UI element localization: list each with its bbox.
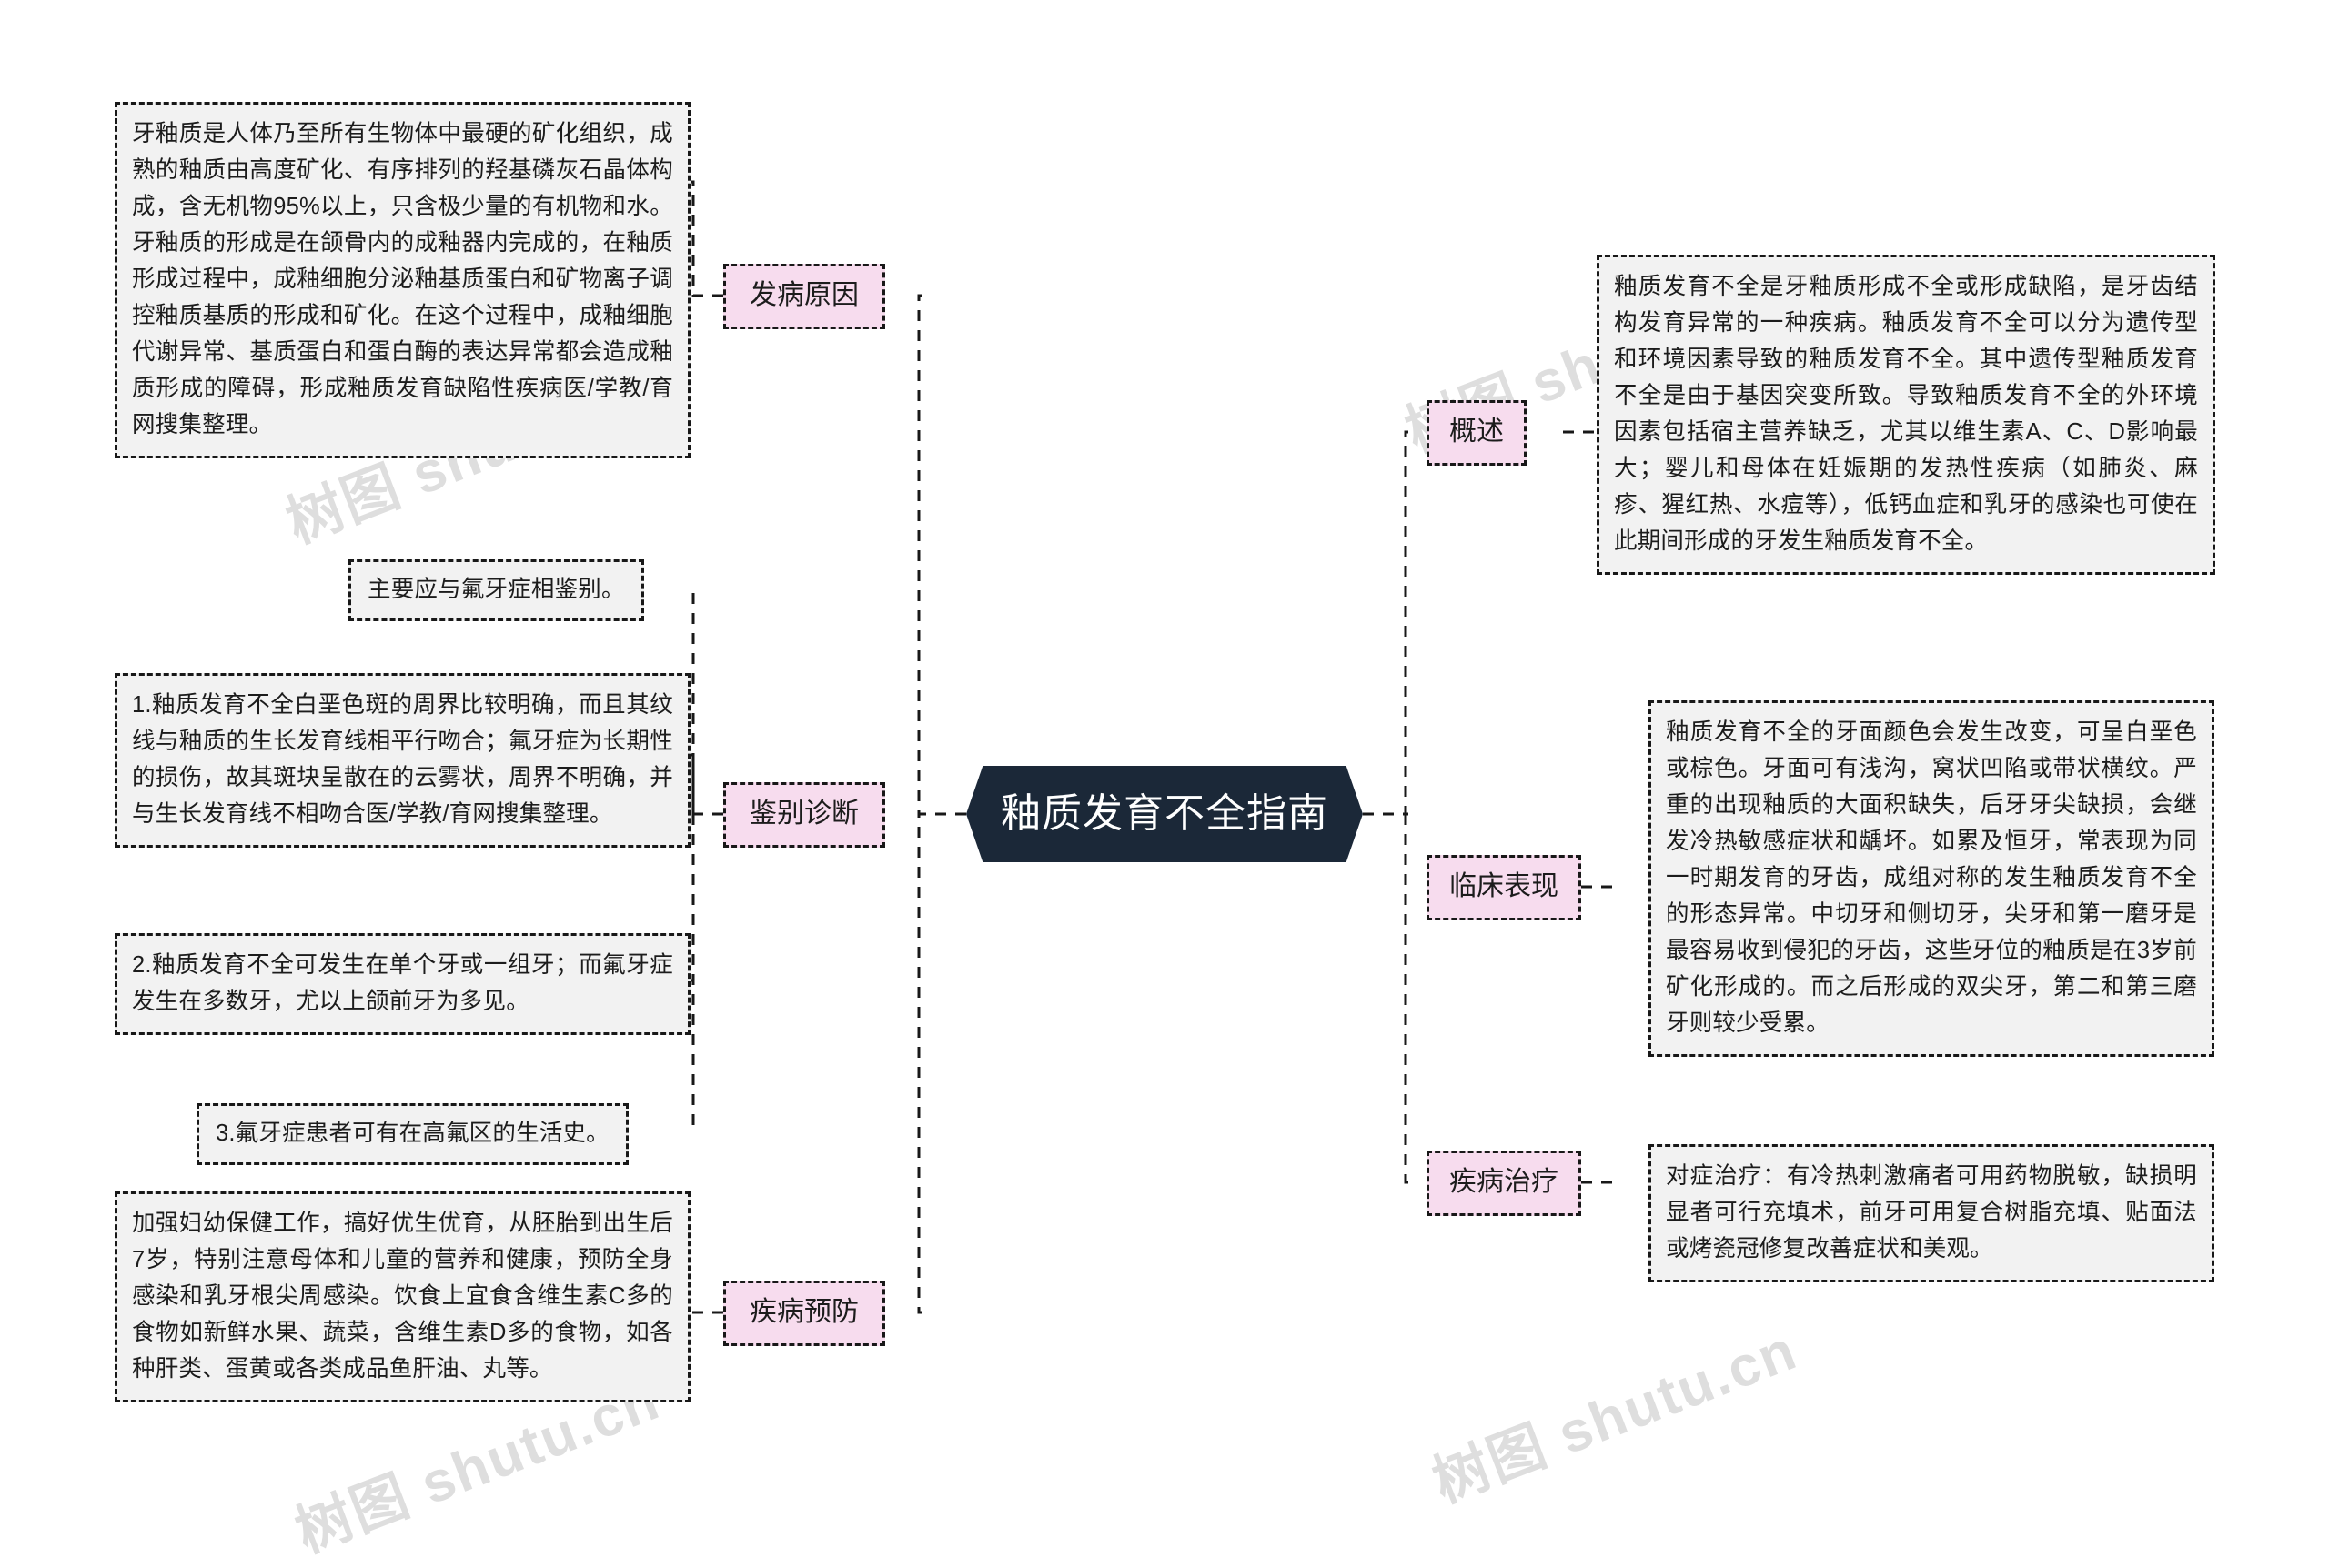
wire-jianbiezhenduan-leaf4: [691, 814, 695, 1130]
leaf-gaishu-1[interactable]: 釉质发育不全是牙釉质形成不全或形成缺陷，是牙齿结构发育异常的一种疾病。釉质发育不…: [1597, 255, 2215, 575]
branch-label-jibingyufang[interactable]: 疾病预防: [723, 1281, 885, 1346]
leaf-jianbiezhenduan-1[interactable]: 主要应与氟牙症相鉴别。: [348, 559, 644, 621]
wire-root-to-gaishu: [1363, 430, 1408, 816]
leaf-jibingzhiliao-1[interactable]: 对症治疗：有冷热刺激痛者可用药物脱敏，缺损明显者可行充填术，前牙可用复合树脂充填…: [1648, 1144, 2214, 1282]
branch-label-text: 临床表现: [1449, 871, 1558, 901]
leaf-text: 主要应与氟牙症相鉴别。: [368, 577, 625, 602]
branch-label-linchuangbiaoxian[interactable]: 临床表现: [1427, 855, 1581, 920]
leaf-text: 釉质发育不全的牙面颜色会发生改变，可呈白垩色或棕色。牙面可有浅沟，窝状凹陷或带状…: [1666, 719, 2197, 1036]
root-node[interactable]: 釉质发育不全指南: [966, 766, 1363, 862]
leaf-text: 牙釉质是人体乃至所有生物体中最硬的矿化组织，成熟的釉质由高度矿化、有序排列的羟基…: [132, 121, 673, 437]
leaf-text: 1.釉质发育不全白垩色斑的周界比较明确，而且其纹线与釉质的生长发育线相平行吻合；…: [132, 692, 673, 827]
leaf-jianbiezhenduan-3[interactable]: 2.釉质发育不全可发生在单个牙或一组牙；而氟牙症发生在多数牙，尤以上颌前牙为多见…: [115, 933, 691, 1035]
wire-jianbiezhenduan-leaf1: [691, 585, 723, 816]
wire-root-to-jibingyufang: [917, 812, 966, 1314]
branch-label-jibingzhiliao[interactable]: 疾病治疗: [1427, 1151, 1581, 1216]
leaf-jibingyufang-1[interactable]: 加强妇幼保健工作，搞好优生优育，从胚胎到出生后7岁，特别注意母体和儿童的营养和健…: [115, 1191, 691, 1402]
leaf-jianbiezhenduan-4[interactable]: 3.氟牙症患者可有在高氟区的生活史。: [197, 1103, 629, 1165]
leaf-text: 2.釉质发育不全可发生在单个牙或一组牙；而氟牙症发生在多数牙，尤以上颌前牙为多见…: [132, 952, 673, 1014]
watermark-text: 树图 shutu.cn: [1425, 1318, 1806, 1515]
branch-label-text: 疾病预防: [750, 1297, 859, 1327]
branch-label-text: 鉴别诊断: [750, 799, 859, 829]
branch-label-fabingyuanyin[interactable]: 发病原因: [723, 264, 885, 329]
branch-label-jianbiezhenduan[interactable]: 鉴别诊断: [723, 782, 885, 848]
leaf-fabingyuanyin-1[interactable]: 牙釉质是人体乃至所有生物体中最硬的矿化组织，成熟的釉质由高度矿化、有序排列的羟基…: [115, 102, 691, 458]
wire-fabingyuanyin-leaf1: [691, 180, 723, 297]
wire-root-to-jibingzhiliao: [1404, 814, 1408, 1184]
branch-label-text: 发病原因: [750, 280, 859, 310]
branch-label-gaishu[interactable]: 概述: [1427, 400, 1527, 466]
branch-label-text: 疾病治疗: [1449, 1167, 1558, 1197]
leaf-text: 3.氟牙症患者可有在高氟区的生活史。: [216, 1121, 610, 1146]
leaf-jianbiezhenduan-2[interactable]: 1.釉质发育不全白垩色斑的周界比较明确，而且其纹线与釉质的生长发育线相平行吻合；…: [115, 673, 691, 848]
leaf-linchuangbiaoxian-1[interactable]: 釉质发育不全的牙面颜色会发生改变，可呈白垩色或棕色。牙面可有浅沟，窝状凹陷或带状…: [1648, 700, 2214, 1057]
leaf-text: 加强妇幼保健工作，搞好优生优育，从胚胎到出生后7岁，特别注意母体和儿童的营养和健…: [132, 1211, 673, 1382]
leaf-text: 釉质发育不全是牙釉质形成不全或形成缺陷，是牙齿结构发育异常的一种疾病。釉质发育不…: [1614, 274, 2198, 554]
wire-jianbiezhenduan-leaf2: [691, 753, 695, 814]
leaf-text: 对症治疗：有冷热刺激痛者可用药物脱敏，缺损明显者可行充填术，前牙可用复合树脂充填…: [1666, 1163, 2197, 1261]
branch-label-text: 概述: [1449, 417, 1504, 447]
wire-root-to-fabingyuanyin: [917, 294, 966, 816]
root-node-label: 釉质发育不全指南: [1001, 791, 1328, 836]
wire-jianbiezhenduan-leaf3: [691, 814, 695, 982]
